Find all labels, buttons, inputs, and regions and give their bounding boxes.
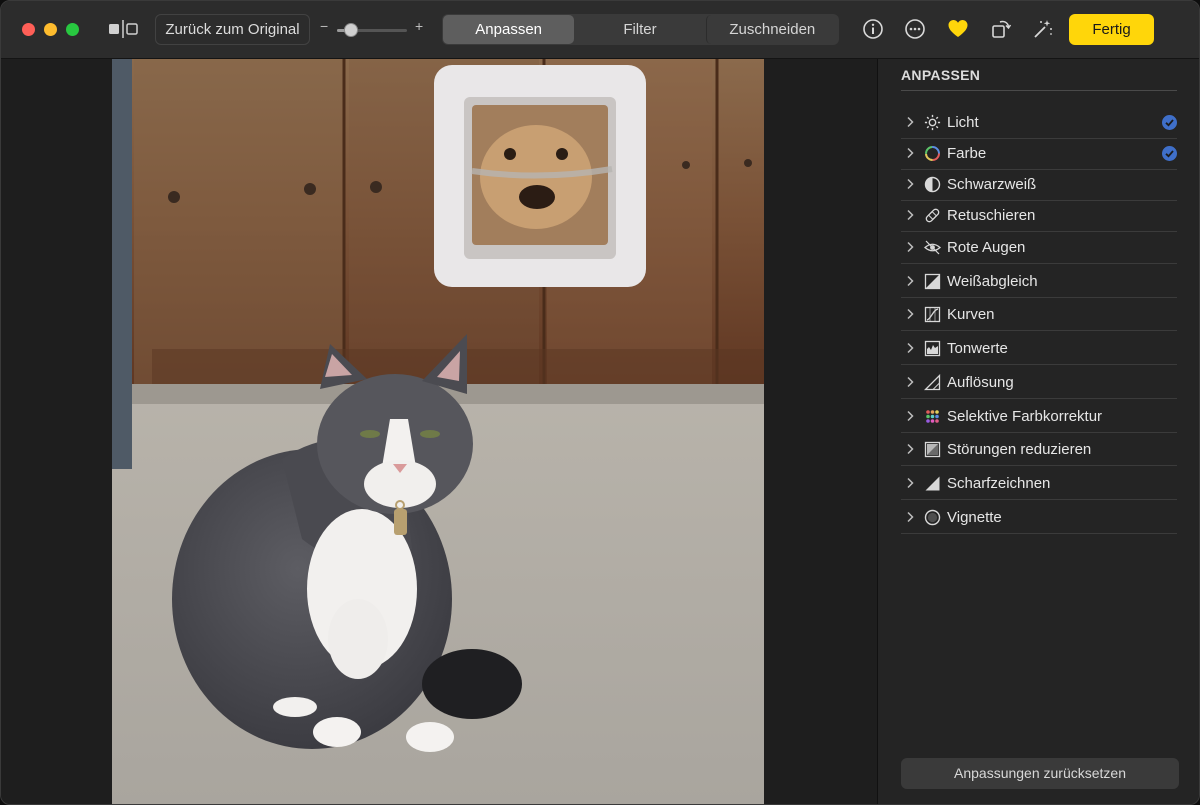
bandage-icon <box>925 208 940 223</box>
noise-icon <box>924 441 941 458</box>
half-circle-icon <box>924 176 941 193</box>
sun-icon <box>924 114 941 131</box>
revert-to-original-button[interactable]: Zurück zum Original <box>155 14 310 45</box>
chevron-right-icon[interactable] <box>905 376 915 388</box>
more-icon[interactable] <box>904 18 926 40</box>
color-ring-icon <box>925 146 940 161</box>
adjustment-weissabgleich[interactable]: Weißabgleich <box>901 266 1177 298</box>
adjustment-label: Kurven <box>947 306 995 323</box>
adjustment-label: Licht <box>947 114 979 131</box>
adjustment-label: Vignette <box>947 509 1002 526</box>
adjustment-label: Selektive Farbkorrektur <box>947 408 1103 425</box>
vignette-icon <box>924 509 941 526</box>
adjustment-kurven[interactable]: Kurven <box>901 299 1177 331</box>
chevron-right-icon[interactable] <box>905 410 915 422</box>
adjustment-retuschieren[interactable]: Retuschieren <box>901 200 1177 232</box>
adjustment-label: Schwarzweiß <box>947 176 1037 193</box>
info-icon[interactable] <box>862 18 884 40</box>
edited-photo[interactable] <box>112 59 764 804</box>
zoom-slider-knob[interactable] <box>344 23 358 37</box>
sidebar-title: ANPASSEN <box>901 67 981 83</box>
photos-edit-window: Zurück zum Original − + Anpassen Filter … <box>0 0 1200 805</box>
curves-icon <box>924 306 941 323</box>
chevron-right-icon[interactable] <box>905 511 915 523</box>
tab-filter[interactable]: Filter <box>574 15 705 44</box>
sidebar-divider <box>901 90 1177 91</box>
adjustment-selektive-farbkorrektur[interactable]: Selektive Farbkorrektur <box>901 401 1177 433</box>
tab-zuschneiden[interactable]: Zuschneiden <box>705 15 838 44</box>
adjustment-label: Auflösung <box>947 374 1014 391</box>
adjustment-label: Scharfzeichnen <box>947 475 1051 492</box>
adjustment-licht[interactable]: Licht <box>901 107 1177 139</box>
chevron-right-icon[interactable] <box>905 443 915 455</box>
adjustment-tonwerte[interactable]: Tonwerte <box>901 333 1177 365</box>
done-button[interactable]: Fertig <box>1069 14 1154 45</box>
chevron-right-icon[interactable] <box>905 241 915 253</box>
edit-mode-tabs: Anpassen Filter Zuschneiden <box>442 14 839 45</box>
chevron-right-icon[interactable] <box>905 116 915 128</box>
selective-color-icon <box>926 410 939 423</box>
adjustment-vignette[interactable]: Vignette <box>901 502 1177 534</box>
adjust-sidebar: ANPASSEN Licht Farbe Schwarzweiß Retuschier… <box>877 59 1199 804</box>
zoom-out-label[interactable]: − <box>320 18 328 34</box>
sharpen-icon <box>925 476 940 491</box>
adjustment-label: Tonwerte <box>947 340 1008 357</box>
zoom-slider[interactable] <box>337 23 407 37</box>
photo-canvas <box>1 59 877 804</box>
adjustment-label: Störungen reduzieren <box>947 441 1092 458</box>
tab-anpassen[interactable]: Anpassen <box>443 15 575 44</box>
adjustment-aufloesung[interactable]: Auflösung <box>901 367 1177 399</box>
minimize-window-button[interactable] <box>44 23 57 36</box>
auto-enhance-icon[interactable] <box>1032 18 1054 40</box>
adjustment-schwarzweiss[interactable]: Schwarzweiß <box>901 169 1177 201</box>
rotate-icon[interactable] <box>990 18 1012 40</box>
chevron-right-icon[interactable] <box>905 178 915 190</box>
chevron-right-icon[interactable] <box>905 275 915 287</box>
chevron-right-icon[interactable] <box>905 147 915 159</box>
reset-adjustments-button[interactable]: Anpassungen zurücksetzen <box>901 758 1179 789</box>
definition-icon <box>924 374 941 391</box>
zoom-in-label[interactable]: + <box>415 18 423 34</box>
chevron-right-icon[interactable] <box>905 477 915 489</box>
toolbar: Zurück zum Original − + Anpassen Filter … <box>1 1 1199 59</box>
compare-original-icon[interactable] <box>108 20 138 38</box>
chevron-right-icon[interactable] <box>905 342 915 354</box>
checkmark-icon[interactable] <box>1162 115 1177 130</box>
favorite-heart-icon[interactable] <box>947 18 969 40</box>
close-window-button[interactable] <box>22 23 35 36</box>
adjustment-label: Weißabgleich <box>947 273 1038 290</box>
adjustment-farbe[interactable]: Farbe <box>901 138 1177 170</box>
chevron-right-icon[interactable] <box>905 209 915 221</box>
adjustment-scharfzeichnen[interactable]: Scharfzeichnen <box>901 468 1177 500</box>
fullscreen-window-button[interactable] <box>66 23 79 36</box>
eye-icon <box>924 240 941 255</box>
white-balance-icon <box>924 273 941 290</box>
adjustment-stoerungen-reduzieren[interactable]: Störungen reduzieren <box>901 434 1177 466</box>
adjustment-label: Farbe <box>947 145 987 162</box>
adjustment-label: Retuschieren <box>947 207 1036 224</box>
chevron-right-icon[interactable] <box>905 308 915 320</box>
levels-icon <box>924 340 941 357</box>
adjustment-label: Rote Augen <box>947 239 1026 256</box>
checkmark-icon[interactable] <box>1162 146 1177 161</box>
adjustment-rote-augen[interactable]: Rote Augen <box>901 232 1177 264</box>
